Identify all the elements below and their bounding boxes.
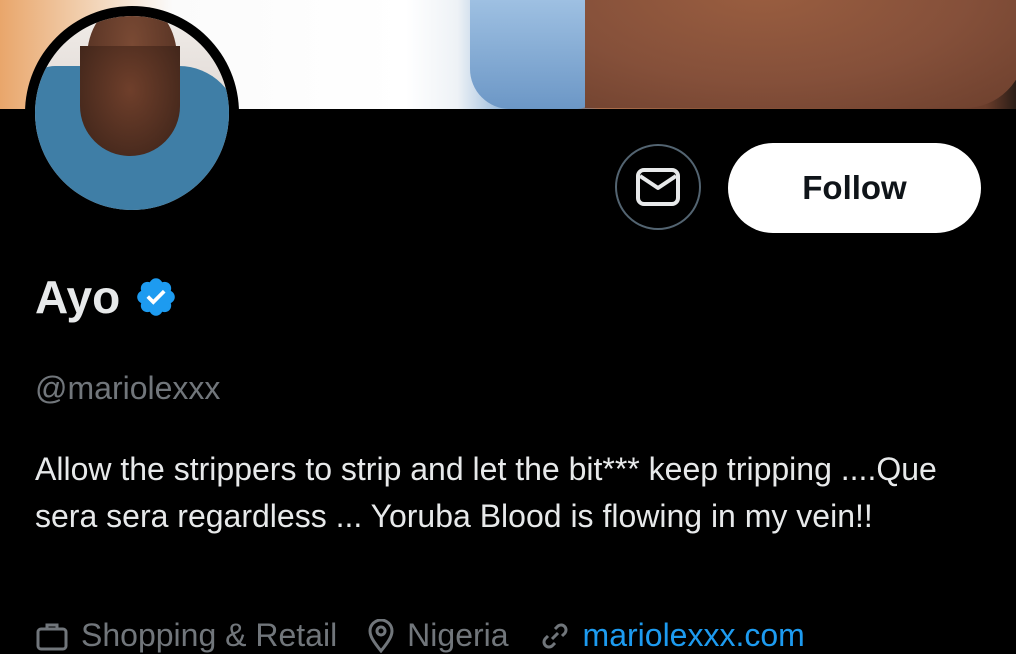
location-label: Nigeria [407,617,509,653]
meta-location: Nigeria [367,617,509,654]
avatar-neckline [80,46,180,156]
verified-badge-icon[interactable] [134,275,178,319]
user-handle: @mariolexxx [35,370,221,406]
banner-skin [585,0,1016,108]
follow-button[interactable]: Follow [728,143,981,233]
banner-jeans [470,0,595,109]
location-pin-icon [368,618,394,653]
profile-meta: Shopping & Retail Nigeria mariolexxx.com [35,617,835,654]
link-icon [542,623,568,648]
message-button[interactable] [615,144,701,230]
envelope-icon [636,168,680,206]
meta-category: Shopping & Retail [35,617,337,654]
category-label: Shopping & Retail [81,617,338,653]
briefcase-icon [36,623,68,650]
meta-website[interactable]: mariolexxx.com [539,617,805,654]
display-name: Ayo [35,271,121,323]
website-link[interactable]: mariolexxx.com [583,617,805,654]
name-row: Ayo [35,270,178,324]
avatar[interactable] [25,6,239,220]
profile-bio: Allow the strippers to strip and let the… [35,451,937,534]
avatar-image [35,16,229,210]
